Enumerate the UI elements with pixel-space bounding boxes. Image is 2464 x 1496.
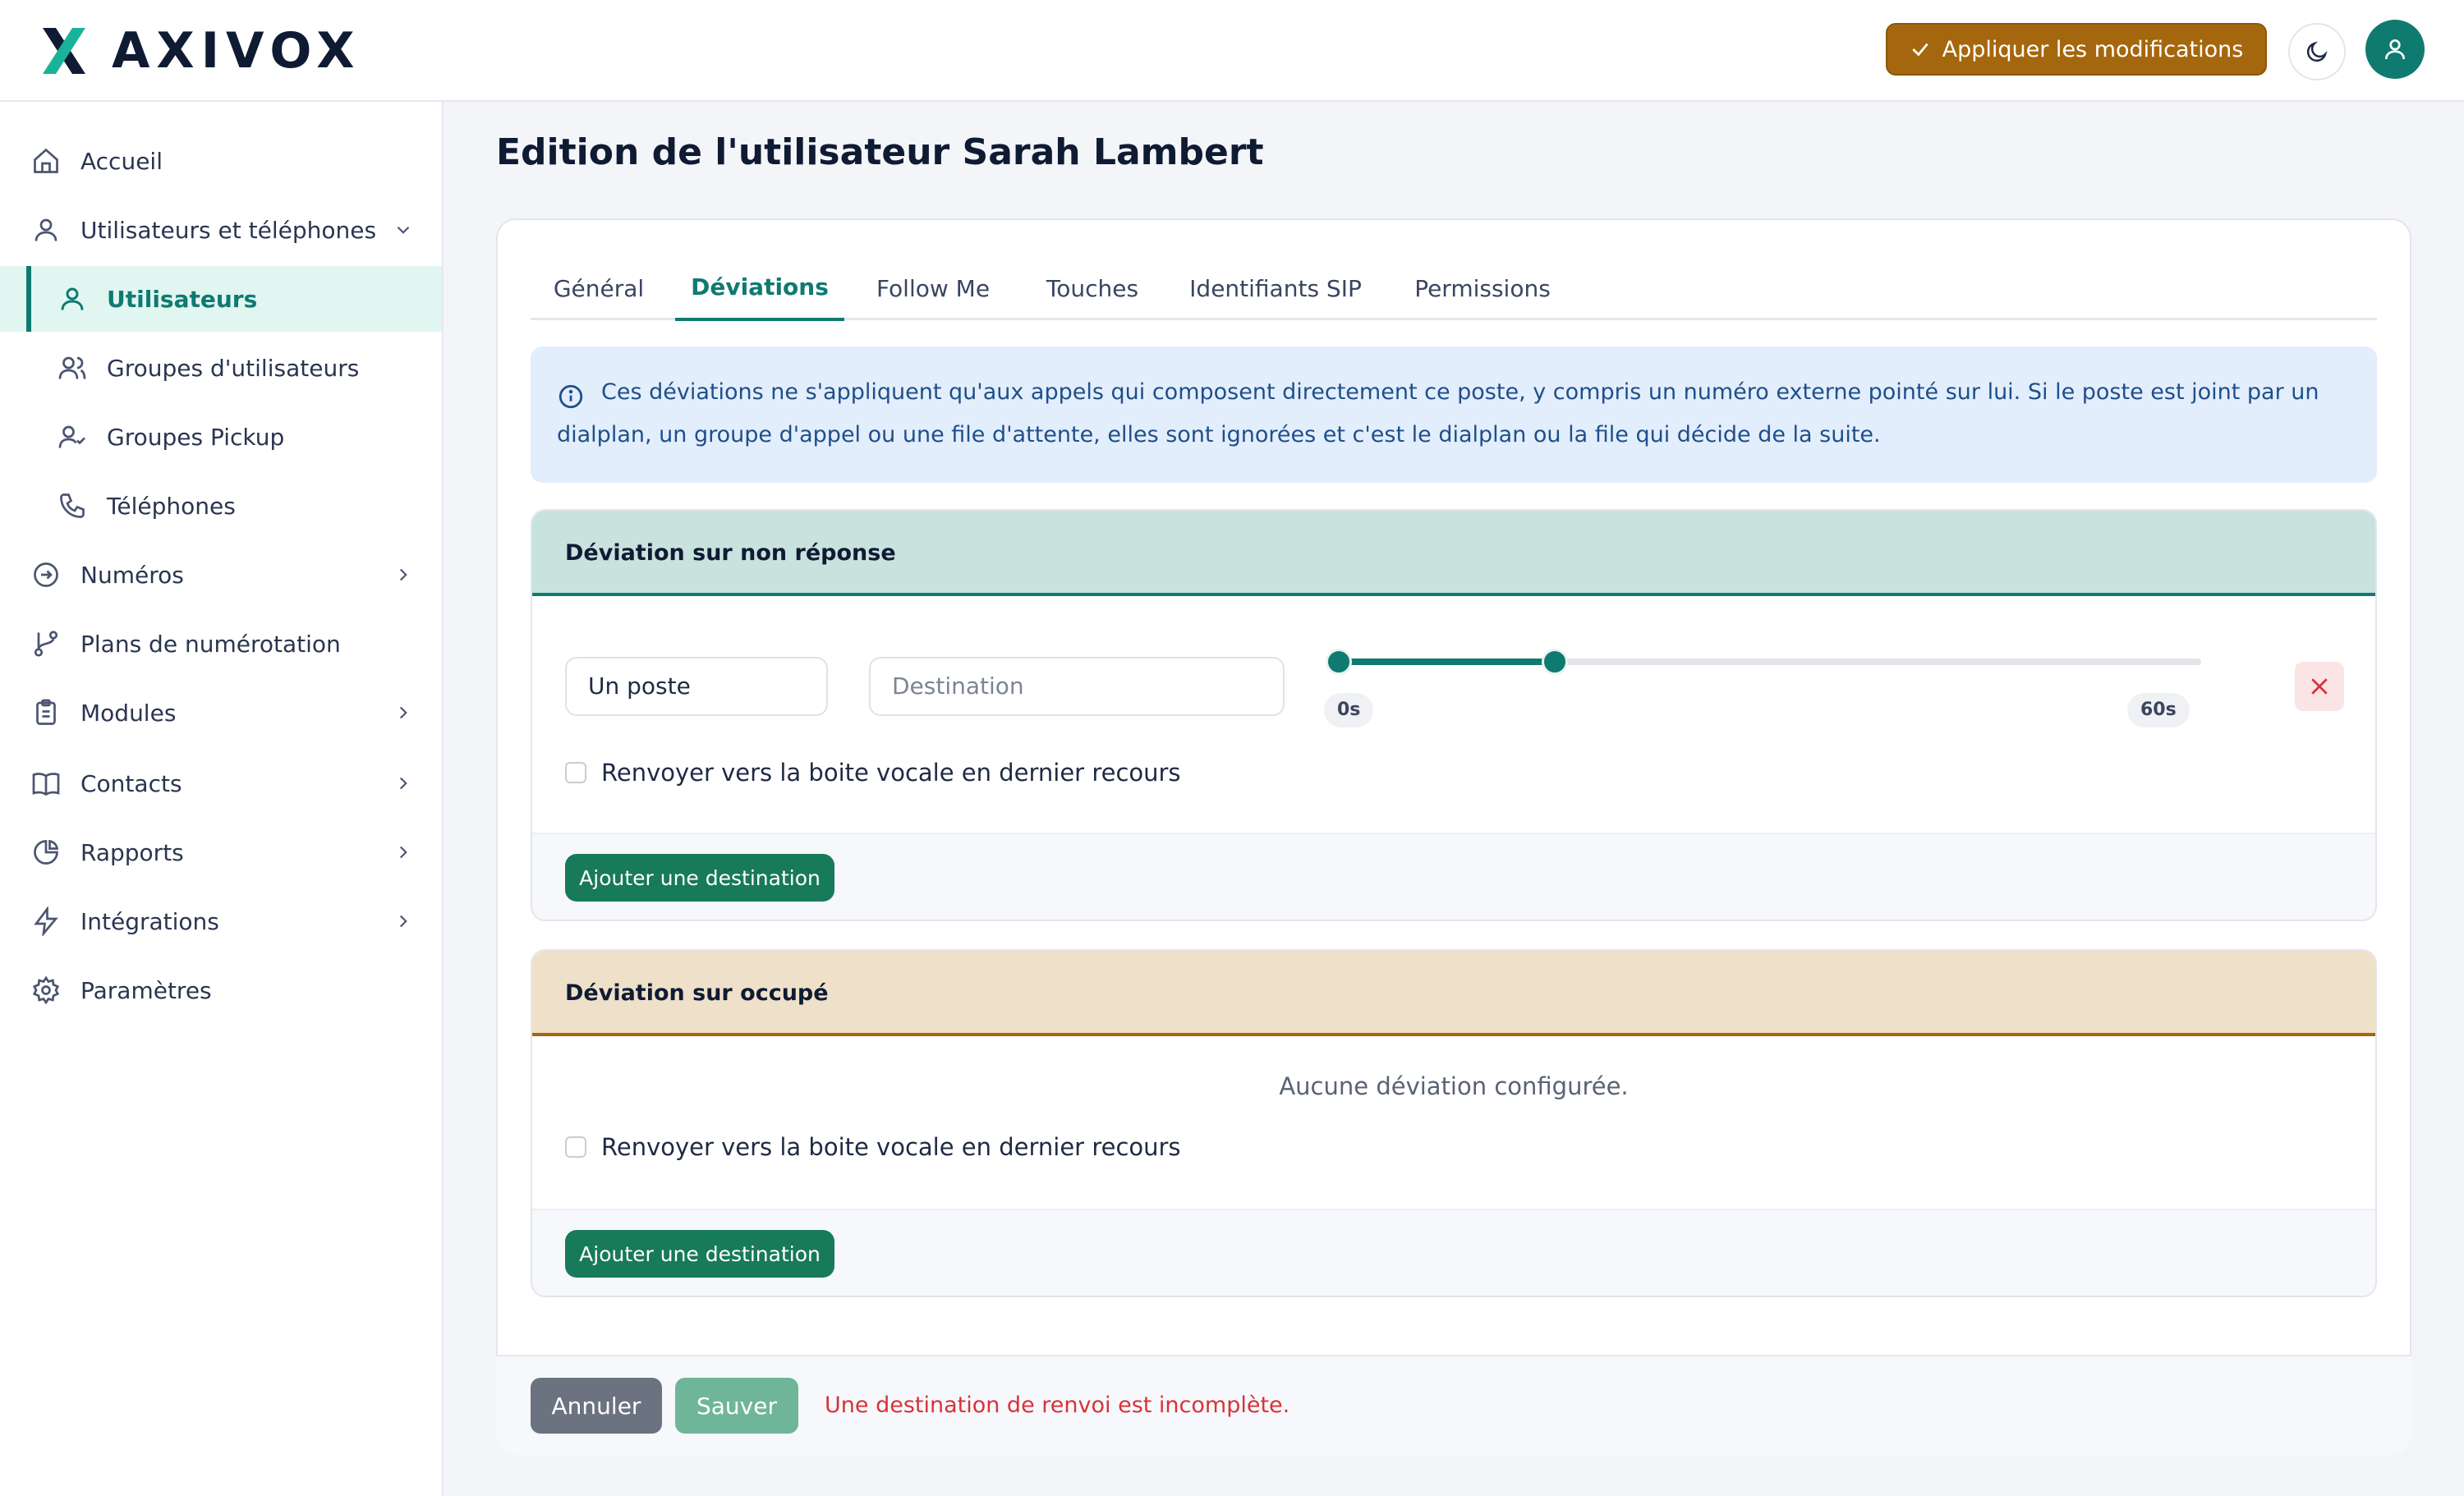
gear-icon [32, 975, 60, 1005]
tab-bar: Général Déviations Follow Me Touches Ide… [531, 256, 2377, 321]
form-footer: Annuler Sauver Une destination de renvoi… [496, 1355, 2411, 1455]
tab-permissions[interactable]: Permissions [1390, 256, 1575, 320]
chevron-right-icon [399, 846, 407, 859]
no-answer-header: Déviation sur non réponse [532, 511, 2375, 596]
sidebar-item-numeros[interactable]: Numéros [0, 542, 442, 608]
user-icon [34, 218, 57, 241]
phone-icon [60, 493, 85, 518]
sidebar-item-label: Groupes d'utilisateurs [107, 354, 360, 382]
sidebar-item-accueil[interactable]: Accueil [0, 128, 442, 194]
sidebar-item-label: Numéros [80, 561, 184, 589]
voicemail-fallback-label: Renvoyer vers la boite vocale en dernier… [601, 1133, 1181, 1161]
no-answer-footer: Ajouter une destination [532, 833, 2375, 920]
add-destination-button[interactable]: Ajouter une destination [565, 854, 834, 902]
sidebar-item-utilisateurs[interactable]: Utilisateurs [0, 266, 442, 332]
cancel-button[interactable]: Annuler [531, 1378, 662, 1434]
check-icon [1912, 43, 1928, 57]
empty-state-text: Aucune déviation configurée. [1279, 1072, 1629, 1100]
tab-follow-me[interactable]: Follow Me [851, 256, 1015, 320]
validation-error-text: Une destination de renvoi est incomplète… [825, 1393, 1290, 1418]
apply-changes-button[interactable]: Appliquer les modifications [1886, 23, 2267, 76]
user-menu-button[interactable] [2365, 20, 2425, 79]
sidebar-nav: Accueil Utilisateurs et téléphones Utili… [0, 102, 444, 1496]
close-icon [2311, 678, 2328, 695]
sidebar-item-rapports[interactable]: Rapports [0, 819, 442, 885]
bolt-icon [34, 906, 58, 936]
sidebar-item-modules[interactable]: Modules [0, 680, 442, 746]
brand-name: AXIVOX [112, 22, 361, 80]
voicemail-fallback-row[interactable]: Renvoyer vers la boite vocale en dernier… [565, 1133, 1181, 1161]
sidebar-item-groupes-pickup[interactable]: Groupes Pickup [0, 404, 442, 470]
sidebar-item-parametres[interactable]: Paramètres [0, 957, 442, 1023]
info-alert: Ces déviations ne s'appliquent qu'aux ap… [531, 346, 2377, 483]
top-header: AXIVOX Appliquer les modifications [0, 0, 2464, 102]
tab-identifiants-sip[interactable]: Identifiants SIP [1171, 256, 1380, 320]
user-icon [2385, 39, 2405, 60]
arrow-circle-icon [34, 562, 58, 587]
slider-min-label: 0s [1324, 693, 1374, 727]
sidebar-item-plans-numerotation[interactable]: Plans de numérotation [0, 611, 442, 677]
sidebar-item-telephones[interactable]: Téléphones [0, 473, 442, 539]
axivox-logo[interactable]: AXIVOX [38, 25, 361, 77]
sidebar-item-label: Plans de numérotation [80, 630, 341, 658]
sidebar-item-label: Rapports [80, 838, 184, 866]
voicemail-fallback-label: Renvoyer vers la boite vocale en dernier… [601, 759, 1181, 787]
sidebar-item-label: Contacts [80, 769, 182, 797]
voicemail-fallback-row[interactable]: Renvoyer vers la boite vocale en dernier… [565, 759, 1181, 787]
chevron-right-icon [399, 568, 407, 581]
sidebar-item-contacts[interactable]: Contacts [0, 750, 442, 816]
sidebar-item-label: Accueil [80, 147, 163, 175]
users-icon [58, 356, 86, 379]
clipboard-icon [36, 699, 56, 725]
no-answer-section: Déviation sur non réponse Un poste Desti… [531, 509, 2377, 921]
chevron-down-icon [397, 226, 410, 234]
sidebar-item-label: Téléphones [107, 492, 236, 520]
delay-slider-range [1339, 659, 1555, 665]
home-icon [34, 148, 58, 173]
sidebar-item-utilisateurs-telephones[interactable]: Utilisateurs et téléphones [0, 197, 442, 263]
pie-chart-icon [34, 839, 59, 865]
sidebar-item-label: Utilisateurs [107, 285, 258, 313]
remove-destination-button[interactable] [2295, 662, 2344, 711]
save-button[interactable]: Sauver [675, 1378, 798, 1434]
tab-deviations[interactable]: Déviations [675, 256, 844, 321]
logo-mark-icon [43, 28, 85, 74]
tab-general[interactable]: Général [531, 256, 667, 320]
sidebar-item-label: Utilisateurs et téléphones [80, 216, 377, 244]
voicemail-fallback-checkbox[interactable] [565, 762, 586, 783]
slider-max-label: 60s [2127, 693, 2190, 727]
tab-touches[interactable]: Touches [1023, 256, 1161, 320]
destination-type-select[interactable]: Un poste [565, 657, 828, 716]
voicemail-fallback-checkbox[interactable] [565, 1136, 586, 1158]
delay-slider-start-handle[interactable] [1326, 649, 1352, 675]
busy-header: Déviation sur occupé [532, 951, 2375, 1036]
moon-icon [2306, 41, 2328, 62]
sidebar-item-label: Modules [80, 699, 177, 727]
chevron-right-icon [399, 777, 407, 790]
delay-slider-end-handle[interactable] [1541, 649, 1568, 675]
git-branch-icon [34, 631, 58, 657]
sidebar-item-groupes-utilisateurs[interactable]: Groupes d'utilisateurs [0, 335, 442, 401]
destination-input[interactable]: Destination [869, 657, 1285, 716]
sidebar-item-label: Intégrations [80, 907, 219, 935]
book-icon [32, 773, 60, 796]
chevron-right-icon [399, 706, 407, 719]
info-text: Ces déviations ne s'appliquent qu'aux ap… [557, 379, 2319, 447]
user-icon [61, 287, 84, 310]
add-destination-button[interactable]: Ajouter une destination [565, 1230, 834, 1278]
apply-changes-label: Appliquer les modifications [1942, 36, 2244, 62]
sidebar-item-label: Groupes Pickup [107, 423, 285, 451]
user-check-icon [58, 425, 85, 448]
chevron-right-icon [399, 915, 407, 928]
busy-footer: Ajouter une destination [532, 1209, 2375, 1296]
sidebar-item-label: Paramètres [80, 976, 212, 1004]
theme-toggle-button[interactable] [2288, 23, 2346, 80]
busy-section: Déviation sur occupé Aucune déviation co… [531, 949, 2377, 1297]
sidebar-item-integrations[interactable]: Intégrations [0, 888, 442, 954]
page-title: Edition de l'utilisateur Sarah Lambert [496, 131, 1264, 173]
